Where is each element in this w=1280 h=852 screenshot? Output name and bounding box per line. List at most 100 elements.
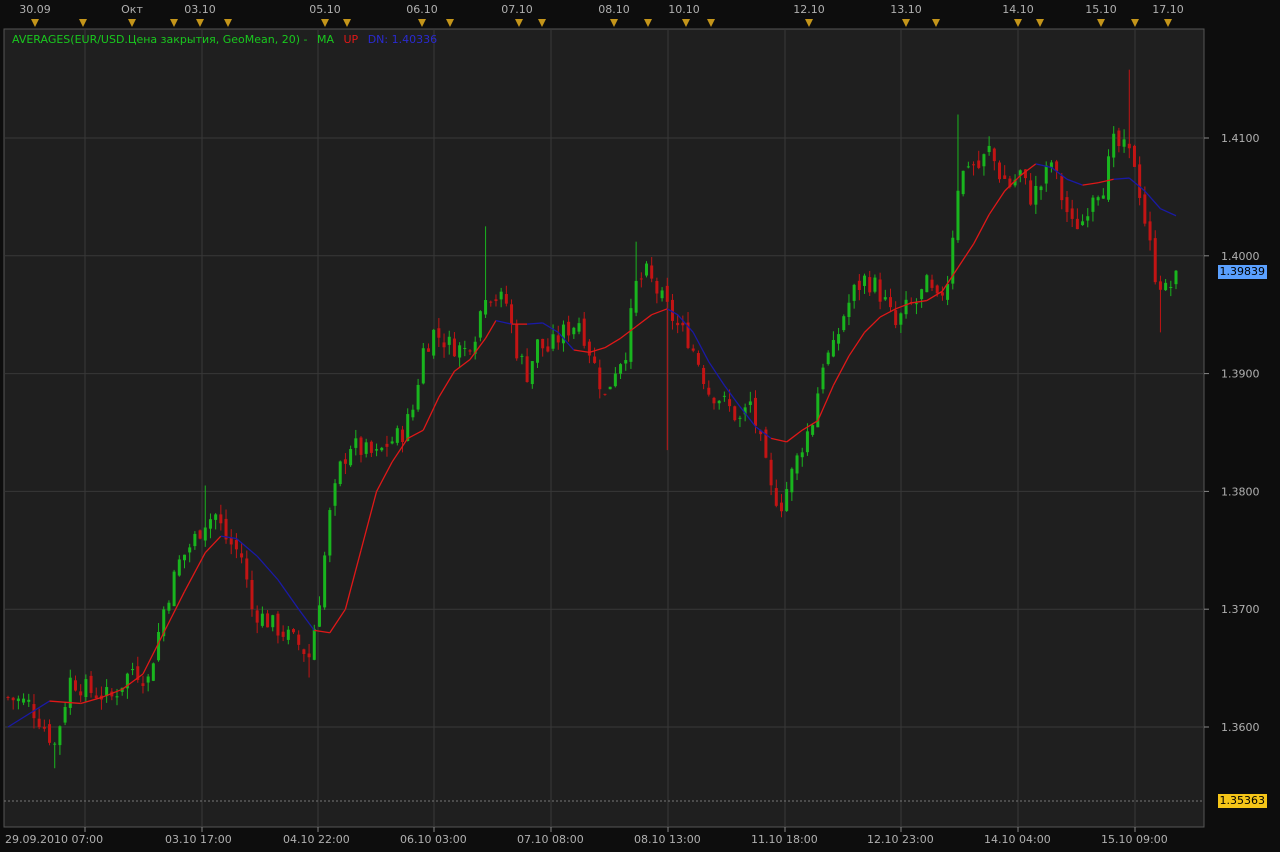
candle-down: [11, 697, 15, 701]
x-tick-label: 07.10 08:00: [517, 833, 584, 846]
candle-down: [42, 726, 46, 729]
y-tick-label: 1.3900: [1221, 368, 1260, 381]
candle-up: [966, 166, 970, 168]
candle-up: [131, 669, 135, 671]
candle-down: [79, 691, 83, 696]
candle-down: [48, 724, 52, 743]
candle-up: [167, 602, 171, 611]
candle-down: [1143, 194, 1147, 224]
candle-up: [790, 468, 794, 493]
candle-up: [286, 629, 290, 640]
candle-down: [1060, 175, 1064, 201]
candle-up: [354, 438, 358, 448]
candle-up: [323, 555, 327, 608]
candle-down: [489, 301, 493, 303]
candle-up: [1034, 185, 1038, 205]
candle-down: [655, 280, 659, 294]
candle-up: [904, 299, 908, 315]
candle-down: [468, 350, 472, 352]
candle-down: [219, 514, 223, 524]
candle-up: [946, 284, 950, 300]
top-date-label: Окт: [121, 3, 143, 16]
candle-up: [1122, 139, 1126, 147]
candle-down: [281, 631, 285, 637]
candle-down: [769, 459, 773, 486]
candle-up: [458, 345, 462, 358]
candle-up: [1112, 133, 1116, 158]
candle-down: [712, 397, 716, 404]
candle-up: [956, 190, 960, 241]
candle-up: [987, 145, 991, 153]
candle-down: [240, 553, 244, 558]
up-label: UP: [343, 33, 359, 46]
candle-down: [525, 356, 529, 383]
x-tick-label: 15.10 09:00: [1101, 833, 1168, 846]
top-date-label: 15.10: [1085, 3, 1117, 16]
candle-up: [58, 726, 62, 746]
candle-up: [660, 290, 664, 299]
candle-up: [629, 308, 633, 362]
candle-up: [1107, 156, 1111, 200]
candle-up: [63, 707, 67, 723]
candle-up: [328, 510, 332, 556]
candle-down: [250, 579, 254, 610]
candle-down: [89, 675, 93, 693]
candle-up: [748, 401, 752, 405]
candle-down: [650, 265, 654, 279]
candle-down: [593, 356, 597, 363]
dn-label: DN: 1.40336: [367, 33, 438, 46]
candle-up: [873, 277, 877, 292]
candle-down: [707, 387, 711, 395]
candle-down: [266, 613, 270, 628]
candle-down: [94, 695, 98, 699]
plot-area[interactable]: [3, 28, 1205, 828]
candle-up: [411, 409, 415, 418]
candle-down: [494, 299, 498, 302]
candle-down: [977, 160, 981, 168]
candle-down: [302, 649, 306, 655]
candle-up: [805, 431, 809, 453]
candle-down: [1117, 130, 1121, 147]
candle-down: [1148, 221, 1152, 241]
candle-down: [1153, 238, 1157, 283]
candle-up: [146, 676, 150, 683]
x-tick-label: 06.10 03:00: [400, 833, 467, 846]
candle-down: [1055, 161, 1059, 172]
candle-down: [541, 338, 545, 349]
x-tick-label: 08.10 13:00: [634, 833, 701, 846]
candle-up: [613, 373, 617, 387]
candle-down: [141, 683, 145, 687]
candle-down: [681, 322, 685, 326]
candle-down: [245, 558, 249, 580]
x-tick-label: 11.10 18:00: [751, 833, 818, 846]
top-date-label: 30.09: [19, 3, 51, 16]
candle-down: [37, 718, 41, 728]
candle-down: [603, 393, 607, 395]
candle-up: [816, 393, 820, 428]
candle-down: [935, 285, 939, 294]
candle-up: [842, 316, 846, 331]
y-tick-label: 1.4100: [1221, 132, 1260, 145]
top-date-label: 03.10: [184, 3, 216, 16]
candle-down: [868, 277, 872, 293]
candle-up: [16, 698, 20, 702]
candle-up: [1039, 186, 1043, 191]
candle-up: [634, 280, 638, 313]
candle-up: [925, 275, 929, 293]
candle-down: [774, 488, 778, 506]
candle-up: [831, 340, 835, 357]
candle-up: [837, 334, 841, 344]
candle-up: [722, 395, 726, 397]
candle-down: [255, 610, 259, 623]
candle-up: [333, 483, 337, 506]
candle-up: [172, 571, 176, 607]
candle-up: [847, 302, 851, 318]
candle-down: [426, 348, 430, 352]
candle-down: [369, 441, 373, 453]
candle-down: [1070, 208, 1074, 219]
top-date-label: 10.10: [668, 3, 700, 16]
candle-up: [177, 559, 181, 576]
candle-up: [115, 696, 119, 698]
candle-up: [899, 313, 903, 325]
candle-down: [234, 539, 238, 550]
